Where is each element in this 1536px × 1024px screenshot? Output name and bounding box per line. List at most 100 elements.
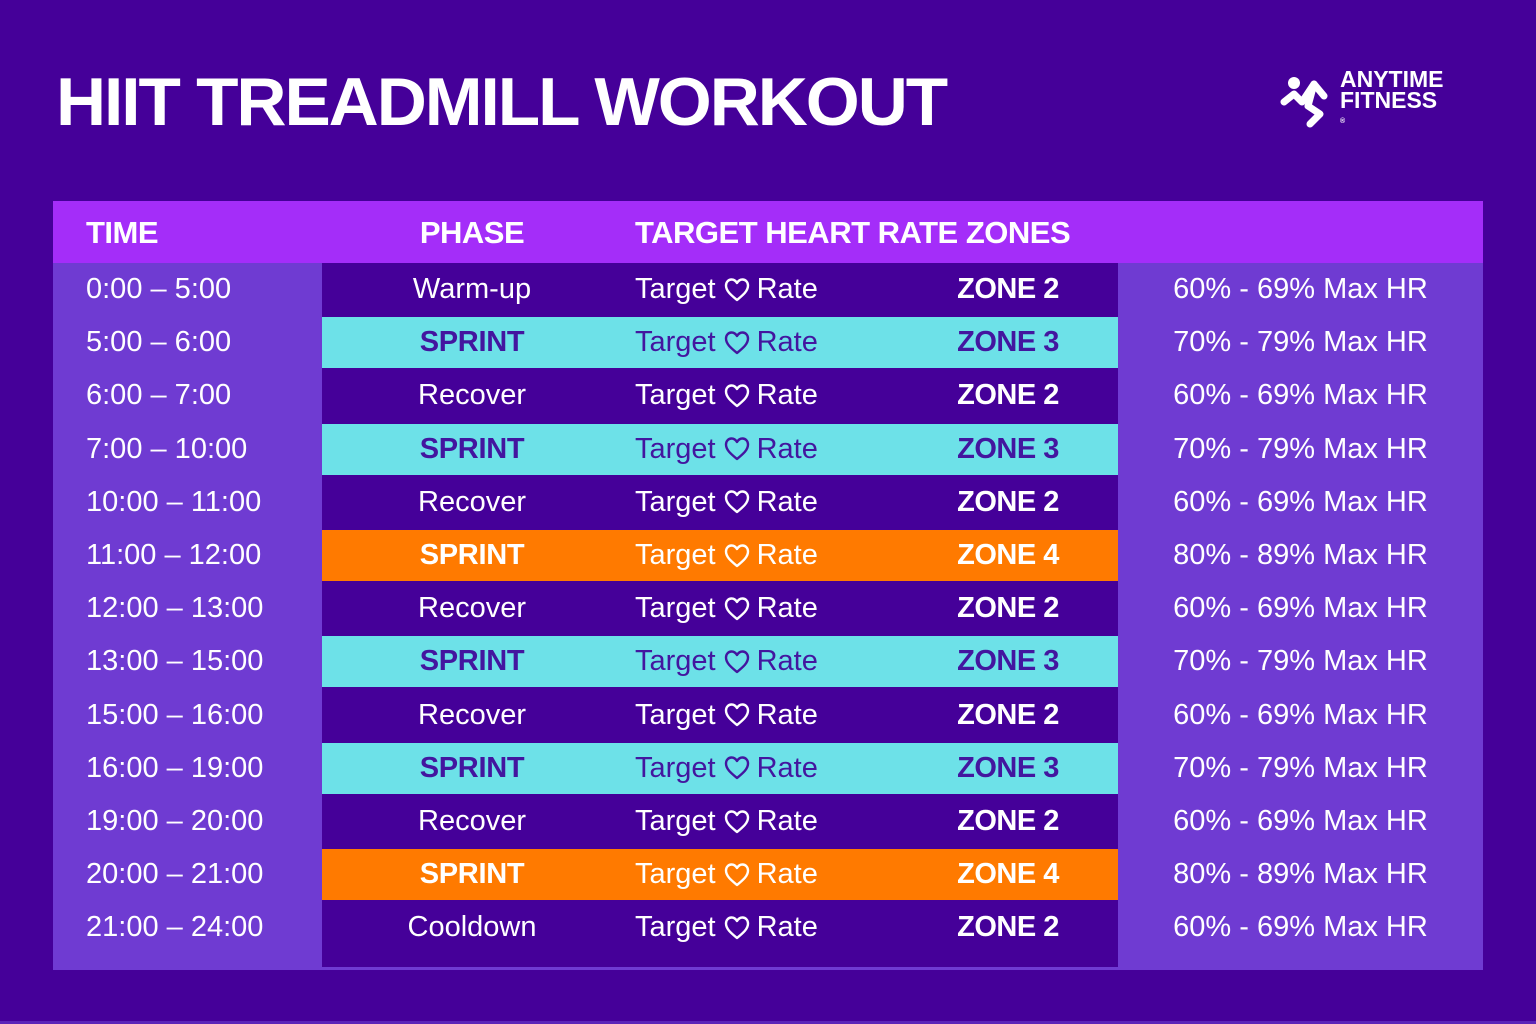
heart-outline-icon <box>724 437 749 461</box>
target-word: Target <box>635 858 716 891</box>
heart-outline-icon <box>724 756 749 780</box>
max-hr-range: 80% - 89% Max HR <box>1173 858 1428 891</box>
target-word: Target <box>635 805 716 837</box>
zone-label: ZONE 3 <box>957 326 1059 359</box>
table-row: 15:00 – 16:00 Recover Target Rate ZONE 2… <box>53 689 1483 742</box>
table-row: 5:00 – 6:00 SPRINT Target Rate ZONE 3 70… <box>53 316 1483 369</box>
phase-label: Recover <box>418 805 526 837</box>
heart-outline-icon <box>724 809 749 833</box>
heart-outline-icon <box>724 650 749 674</box>
target-heart-rate: Target Rate <box>635 529 818 582</box>
zone-label: ZONE 2 <box>957 911 1059 944</box>
zone-label: ZONE 4 <box>957 539 1059 571</box>
rate-word: Rate <box>756 911 818 944</box>
rate-word: Rate <box>756 485 818 518</box>
page-title: HIIT TREADMILL WORKOUT <box>56 64 948 140</box>
zone-label: ZONE 3 <box>957 645 1059 678</box>
table-row: 10:00 – 11:00 Recover Target Rate ZONE 2… <box>53 476 1483 529</box>
heart-outline-icon <box>724 916 749 940</box>
zone-label: ZONE 2 <box>957 485 1059 518</box>
rate-word: Rate <box>756 805 818 837</box>
target-heart-rate: Target Rate <box>635 689 818 742</box>
time-range: 10:00 – 11:00 <box>86 485 262 518</box>
target-word: Target <box>635 326 716 359</box>
target-word: Target <box>635 645 716 678</box>
heart-outline-icon <box>724 490 749 514</box>
target-heart-rate: Target Rate <box>635 263 818 316</box>
heart-outline-icon <box>724 384 749 408</box>
logo-line-2-text: FITNESS <box>1340 86 1438 113</box>
zone-label: ZONE 4 <box>957 858 1059 891</box>
max-hr-range: 60% - 69% Max HR <box>1173 379 1428 412</box>
time-range: 12:00 – 13:00 <box>86 592 264 625</box>
table-row: 11:00 – 12:00 SPRINT Target Rate ZONE 4 … <box>53 529 1483 582</box>
time-range: 21:00 – 24:00 <box>86 911 264 944</box>
registered-mark: ® <box>1340 117 1346 125</box>
rate-word: Rate <box>756 858 818 891</box>
table-row: 21:00 – 24:00 Cooldown Target Rate ZONE … <box>53 901 1483 954</box>
max-hr-range: 70% - 79% Max HR <box>1173 432 1428 465</box>
target-heart-rate: Target Rate <box>635 848 818 901</box>
phase-label: Cooldown <box>407 911 537 944</box>
phase-label: SPRINT <box>419 645 525 678</box>
heart-outline-icon <box>724 596 749 620</box>
target-heart-rate: Target Rate <box>635 476 818 529</box>
target-word: Target <box>635 592 716 625</box>
target-word: Target <box>635 432 716 465</box>
table-row: 0:00 – 5:00 Warm-up Target Rate ZONE 2 6… <box>53 263 1483 316</box>
time-range: 0:00 – 5:00 <box>86 273 232 305</box>
time-range: 15:00 – 16:00 <box>86 698 264 731</box>
max-hr-range: 60% - 69% Max HR <box>1173 273 1428 305</box>
rate-word: Rate <box>756 539 818 571</box>
time-range: 6:00 – 7:00 <box>86 379 232 412</box>
target-heart-rate: Target Rate <box>635 316 818 369</box>
target-word: Target <box>635 379 716 412</box>
target-word: Target <box>635 698 716 731</box>
zone-label: ZONE 2 <box>957 379 1059 412</box>
table-header: TIME PHASE TARGET HEART RATE ZONES <box>53 201 1483 263</box>
header-phase: PHASE <box>419 215 525 250</box>
table-row: 6:00 – 7:00 Recover Target Rate ZONE 2 6… <box>53 369 1483 422</box>
max-hr-range: 60% - 69% Max HR <box>1173 592 1428 625</box>
target-word: Target <box>635 751 716 784</box>
time-range: 7:00 – 10:00 <box>86 432 248 465</box>
zone-label: ZONE 2 <box>957 273 1059 305</box>
target-heart-rate: Target Rate <box>635 795 818 848</box>
phase-label: SPRINT <box>419 539 525 571</box>
zone-label: ZONE 3 <box>957 751 1059 784</box>
target-heart-rate: Target Rate <box>635 901 818 954</box>
max-hr-range: 80% - 89% Max HR <box>1173 539 1428 571</box>
target-word: Target <box>635 539 716 571</box>
rate-word: Rate <box>756 645 818 678</box>
table-row: 13:00 – 15:00 SPRINT Target Rate ZONE 3 … <box>53 635 1483 688</box>
table-row: 20:00 – 21:00 SPRINT Target Rate ZONE 4 … <box>53 848 1483 901</box>
max-hr-range: 70% - 79% Max HR <box>1173 645 1428 678</box>
rate-word: Rate <box>756 379 818 412</box>
target-word: Target <box>635 485 716 518</box>
zone-label: ZONE 2 <box>957 805 1059 837</box>
phase-label: SPRINT <box>419 326 525 359</box>
running-figure-icon <box>1280 77 1328 128</box>
max-hr-range: 60% - 69% Max HR <box>1173 485 1428 518</box>
header-target-zones: TARGET HEART RATE ZONES <box>635 215 1071 250</box>
phase-label: Warm-up <box>412 273 532 305</box>
anytime-fitness-logo: ANYTIME FITNESS ® <box>1280 67 1490 128</box>
phase-label: Recover <box>418 379 526 412</box>
phase-label: Recover <box>418 592 526 625</box>
header-time: TIME <box>86 215 159 250</box>
logo-line-2: FITNESS ® <box>1340 86 1444 132</box>
max-hr-range: 70% - 79% Max HR <box>1173 751 1428 784</box>
heart-outline-icon <box>724 277 749 301</box>
heart-outline-icon <box>724 862 749 886</box>
time-range: 13:00 – 15:00 <box>86 645 264 678</box>
rate-word: Rate <box>756 326 818 359</box>
heart-outline-icon <box>724 330 749 354</box>
table-row: 7:00 – 10:00 SPRINT Target Rate ZONE 3 7… <box>53 423 1483 476</box>
phase-label: Recover <box>418 698 526 731</box>
time-range: 20:00 – 21:00 <box>86 858 264 891</box>
rate-word: Rate <box>756 592 818 625</box>
phase-label: SPRINT <box>419 858 525 891</box>
time-range: 5:00 – 6:00 <box>86 326 232 359</box>
target-heart-rate: Target Rate <box>635 742 818 795</box>
table-row: 12:00 – 13:00 Recover Target Rate ZONE 2… <box>53 582 1483 635</box>
